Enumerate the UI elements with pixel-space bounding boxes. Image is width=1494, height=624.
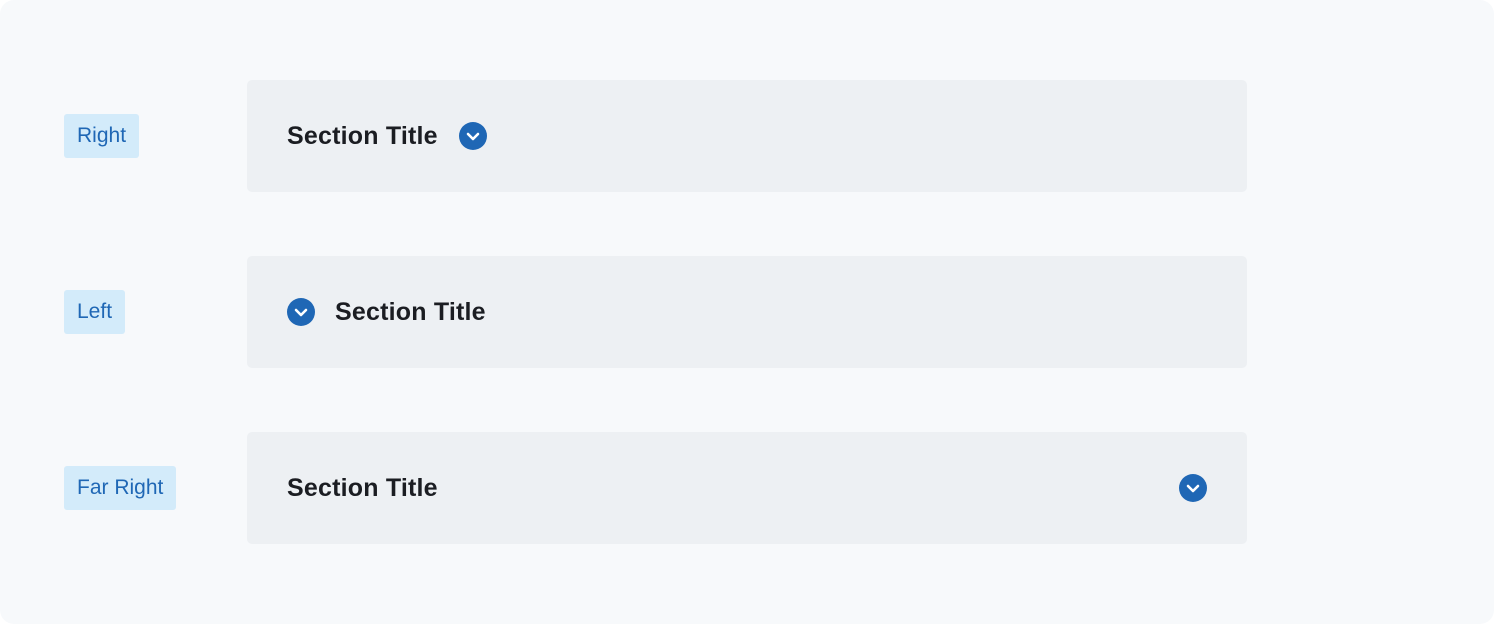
variant-tag: Far Right	[64, 466, 177, 510]
section-title: Section Title	[287, 473, 438, 502]
canvas: Right Section Title Left Section Title F…	[0, 0, 1494, 624]
chevron-down-circle-icon[interactable]	[1179, 474, 1207, 502]
accordion-header[interactable]: Section Title	[247, 256, 1247, 368]
variant-tag: Right	[64, 114, 140, 158]
accordion-header[interactable]: Section Title	[247, 432, 1247, 544]
section-title: Section Title	[335, 297, 486, 326]
accordion-header[interactable]: Section Title	[247, 80, 1247, 192]
variant-row-left: Left Section Title	[0, 256, 1494, 368]
variant-row-far-right: Far Right Section Title	[0, 432, 1494, 544]
chevron-down-circle-icon[interactable]	[458, 122, 487, 150]
chevron-down-circle-icon[interactable]	[287, 298, 315, 326]
variant-tag: Left	[64, 290, 126, 334]
section-title: Section Title	[287, 121, 438, 150]
variant-row-right: Right Section Title	[0, 80, 1494, 192]
